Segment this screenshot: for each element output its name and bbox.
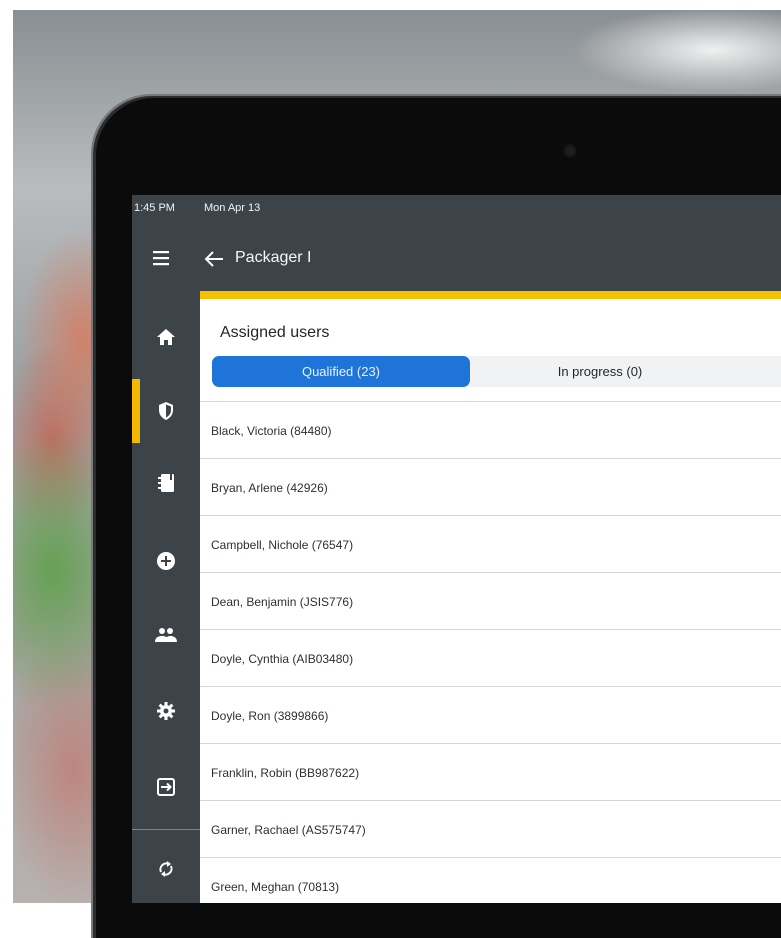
- list-item[interactable]: Black, Victoria (84480): [200, 401, 781, 458]
- active-indicator: [132, 379, 140, 443]
- user-name: Doyle, Ron (3899866): [211, 709, 329, 723]
- sidebar-item-sync[interactable]: [132, 839, 200, 899]
- sidebar-item-logout[interactable]: [132, 757, 200, 817]
- user-name: Black, Victoria (84480): [211, 424, 332, 438]
- sync-icon: [159, 861, 173, 877]
- user-name: Franklin, Robin (BB987622): [211, 766, 360, 780]
- section-title: Assigned users: [220, 324, 330, 341]
- sidebar-item-users[interactable]: [132, 605, 200, 665]
- main-content: Assigned users Qualified (23) In progres…: [200, 291, 781, 903]
- list-item[interactable]: Doyle, Ron (3899866): [200, 686, 781, 743]
- hamburger-menu-icon[interactable]: [150, 248, 172, 268]
- sidebar-divider: [132, 829, 200, 830]
- sidebar-item-qualifications[interactable]: [132, 379, 200, 443]
- user-name: Green, Meghan (70813): [211, 880, 340, 894]
- user-list: Black, Victoria (84480) Bryan, Arlene (4…: [200, 401, 781, 903]
- sidebar: [132, 291, 200, 903]
- sidebar-item-home[interactable]: [132, 307, 200, 367]
- app-header: Packager I: [132, 225, 781, 291]
- list-item[interactable]: Campbell, Nichole (76547): [200, 515, 781, 572]
- list-item[interactable]: Garner, Rachael (AS575747): [200, 800, 781, 857]
- sidebar-item-records[interactable]: [132, 453, 200, 513]
- people-icon: [155, 628, 177, 642]
- user-name: Garner, Rachael (AS575747): [211, 823, 366, 837]
- list-item[interactable]: Dean, Benjamin (JSIS776): [200, 572, 781, 629]
- user-name: Dean, Benjamin (JSIS776): [211, 595, 354, 609]
- user-name: Campbell, Nichole (76547): [211, 538, 354, 552]
- arrow-left-icon[interactable]: [203, 250, 225, 268]
- status-time: 1:45 PM: [134, 202, 175, 214]
- user-name: Doyle, Cynthia (AIB03480): [211, 652, 354, 666]
- list-item[interactable]: Bryan, Arlene (42926): [200, 458, 781, 515]
- home-icon: [157, 329, 175, 345]
- segmented-control: Qualified (23) In progress (0): [212, 356, 781, 387]
- list-item[interactable]: Green, Meghan (70813): [200, 857, 781, 903]
- exit-icon: [157, 778, 175, 796]
- sidebar-item-settings[interactable]: [132, 681, 200, 741]
- status-bar: 1:45 PM Mon Apr 13: [132, 195, 781, 225]
- gear-icon: [157, 702, 175, 720]
- camera-lens: [565, 146, 575, 156]
- tab-in-progress[interactable]: In progress (0): [470, 356, 730, 387]
- tab-qualified[interactable]: Qualified (23): [212, 356, 470, 387]
- page-title: Packager I: [235, 249, 312, 266]
- notebook-icon: [158, 474, 174, 492]
- sidebar-item-add[interactable]: [132, 531, 200, 591]
- add-circle-icon: [157, 552, 175, 570]
- accent-strip: [200, 291, 781, 299]
- list-item[interactable]: Franklin, Robin (BB987622): [200, 743, 781, 800]
- shield-icon: [159, 402, 173, 420]
- user-name: Bryan, Arlene (42926): [211, 481, 328, 495]
- status-date: Mon Apr 13: [204, 202, 261, 214]
- app-screen: 1:45 PM Mon Apr 13 Packager I Assigned u…: [132, 195, 781, 903]
- list-item[interactable]: Doyle, Cynthia (AIB03480): [200, 629, 781, 686]
